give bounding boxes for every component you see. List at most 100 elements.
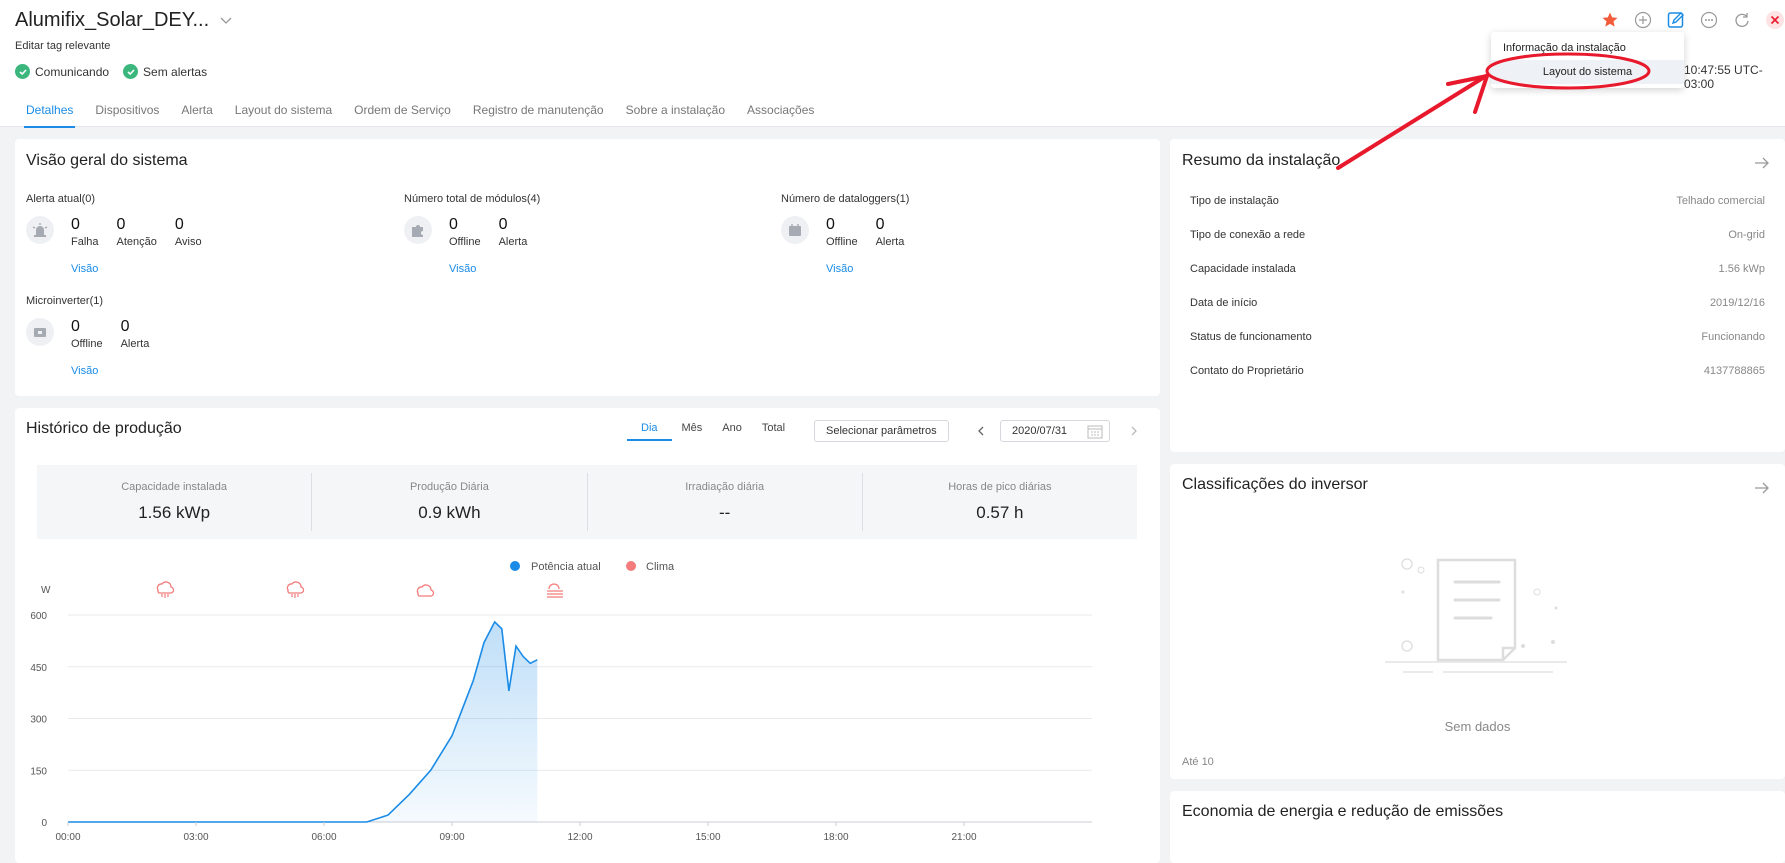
energy-economy-card: Economia de energia e redução de emissõe… [1170, 791, 1785, 863]
summary-label: Status de funcionamento [1190, 331, 1312, 343]
summary-row: Status de funcionamento Funcionando [1190, 331, 1765, 343]
modules-alert-label: Alerta [498, 236, 528, 248]
tab-layout[interactable]: Layout do sistema [224, 96, 343, 127]
tab-alerta[interactable]: Alerta [170, 96, 223, 127]
x-tick-label: 18:00 [823, 832, 848, 843]
chevron-down-icon[interactable] [219, 14, 233, 28]
micro-view-link[interactable]: Visão [71, 365, 98, 377]
y-tick-label: 600 [30, 611, 47, 622]
dataloggers-view-link[interactable]: Visão [826, 263, 853, 275]
y-unit-label: W [41, 585, 51, 596]
summary-value: 2019/12/16 [1709, 297, 1765, 309]
y-tick-label: 450 [30, 663, 47, 674]
alert-view-link[interactable]: Visão [71, 263, 98, 275]
summary-value: On-grid [1728, 229, 1765, 241]
x-tick-label: 21:00 [951, 832, 976, 843]
alert-fault-label: Falha [71, 236, 99, 248]
puzzle-icon [404, 216, 432, 244]
datalogger-icon [781, 216, 809, 244]
empty-document-icon [1385, 558, 1567, 673]
summary-value: Telhado comercial [1676, 195, 1765, 207]
alert-warning-count: 0 [174, 216, 184, 233]
modules-group: 0 Offline 0 Alerta [404, 216, 654, 266]
tab-registro-manutencao[interactable]: Registro de manutenção [462, 96, 615, 127]
edit-icon[interactable] [1666, 10, 1686, 30]
summary-row: Tipo de conexão a rede On-grid [1190, 229, 1765, 241]
tab-sobre[interactable]: Sobre a instalação [615, 96, 736, 127]
inverter-ratings-card: Classificações do inversor Sem dados Até… [1170, 464, 1785, 779]
x-tick-label: 12:00 [567, 832, 592, 843]
more-icon[interactable] [1699, 10, 1719, 30]
production-history-card: Histórico de produção Dia Mês Ano Total … [15, 408, 1160, 863]
summary-label: Contato do Proprietário [1190, 365, 1304, 377]
overview-title: Visão geral do sistema [26, 152, 188, 169]
legend-weather-label: Clima [646, 561, 675, 573]
legend-power-dot [510, 561, 520, 571]
status-alerts: Sem alertas [123, 64, 207, 79]
plant-title[interactable]: Alumifix_Solar_DEY... [15, 9, 233, 32]
y-tick-label: 150 [30, 766, 47, 777]
star-icon[interactable] [1600, 10, 1620, 30]
add-icon[interactable] [1633, 10, 1653, 30]
tab-associacoes[interactable]: Associações [736, 96, 825, 127]
tab-dispositivos[interactable]: Dispositivos [84, 96, 170, 127]
arrow-right-icon[interactable] [1754, 482, 1770, 494]
summary-row: Capacidade instalada 1.56 kWp [1190, 263, 1765, 275]
header-actions [1600, 10, 1785, 30]
x-tick-label: 03:00 [183, 832, 208, 843]
tab-bar: Detalhes Dispositivos Alerta Layout do s… [0, 96, 1785, 128]
summary-value: 4137788865 [1703, 365, 1765, 377]
microinverter-icon [26, 318, 54, 346]
economy-title: Economia de energia e redução de emissõe… [1182, 803, 1504, 820]
legend-weather-dot [626, 561, 636, 571]
dataloggers-group: 0 Offline 0 Alerta [781, 216, 1031, 266]
arrow-right-icon[interactable] [1754, 157, 1770, 169]
alert-attention-count: 0 [116, 216, 126, 233]
dataloggers-offline-label: Offline [826, 236, 858, 248]
weather-cloud-icon [416, 584, 435, 597]
tab-ordem-servico[interactable]: Ordem de Serviço [343, 96, 462, 127]
summary-label: Tipo de instalação [1190, 195, 1279, 207]
y-tick-label: 0 [41, 818, 47, 829]
alert-group: 0 Falha 0 Atenção 0 Aviso [26, 216, 276, 266]
summary-row: Data de início 2019/12/16 [1190, 297, 1765, 309]
tab-detalhes[interactable]: Detalhes [15, 96, 84, 128]
weather-rain-icon [286, 581, 305, 598]
dataloggers-label: Número de dataloggers(1) [781, 193, 910, 205]
summary-title: Resumo da instalação [1182, 152, 1341, 169]
micro-alert-label: Alerta [120, 338, 150, 350]
legend-power-label: Potência atual [531, 561, 601, 573]
plant-name: Alumifix_Solar_DEY... [15, 9, 210, 31]
status-bar: Comunicando Sem alertas [15, 64, 207, 79]
summary-row: Tipo de instalação Telhado comercial [1190, 195, 1765, 207]
micro-offline-count: 0 [71, 318, 80, 335]
weather-rain-icon [156, 581, 175, 598]
summary-label: Tipo de conexão a rede [1190, 229, 1306, 241]
alert-label: Alerta atual(0) [26, 193, 96, 205]
edit-tag-link[interactable]: Editar tag relevante [15, 40, 110, 52]
dataloggers-alert-label: Alerta [875, 236, 905, 248]
installation-summary-card: Resumo da instalação Tipo de instalação T… [1170, 139, 1785, 452]
modules-view-link[interactable]: Visão [449, 263, 476, 275]
ratings-footer: Até 10 [1182, 756, 1214, 768]
modules-offline-label: Offline [449, 236, 481, 248]
x-tick-label: 15:00 [695, 832, 720, 843]
y-tick-label: 300 [30, 715, 47, 726]
x-tick-label: 09:00 [439, 832, 464, 843]
dataloggers-offline-count: 0 [826, 216, 835, 233]
menu-item-system-layout[interactable]: Layout do sistema [1491, 60, 1684, 84]
system-overview-card: Visão geral do sistema Alerta atual(0) 0… [15, 139, 1160, 396]
refresh-icon[interactable] [1732, 10, 1752, 30]
ratings-empty-text: Sem dados [1444, 719, 1511, 734]
alert-attention-label: Atenção [116, 236, 157, 248]
microinverter-group: 0 Offline 0 Alerta [26, 318, 276, 368]
dataloggers-alert-count: 0 [875, 216, 885, 233]
local-time: 10:47:55 UTC-03:00 [1684, 63, 1763, 91]
summary-value: Funcionando [1701, 331, 1765, 343]
close-icon[interactable] [1765, 10, 1785, 30]
production-chart: Potência atual Clima W 0 150 300 450 600 00:… [30, 561, 1092, 843]
modules-label: Número total de módulos(4) [404, 193, 541, 205]
status-communicating: Comunicando [15, 64, 109, 79]
menu-item-installation-info[interactable]: Informação da instalação [1491, 36, 1684, 60]
more-menu: Informação da instalação Layout do siste… [1491, 32, 1684, 88]
